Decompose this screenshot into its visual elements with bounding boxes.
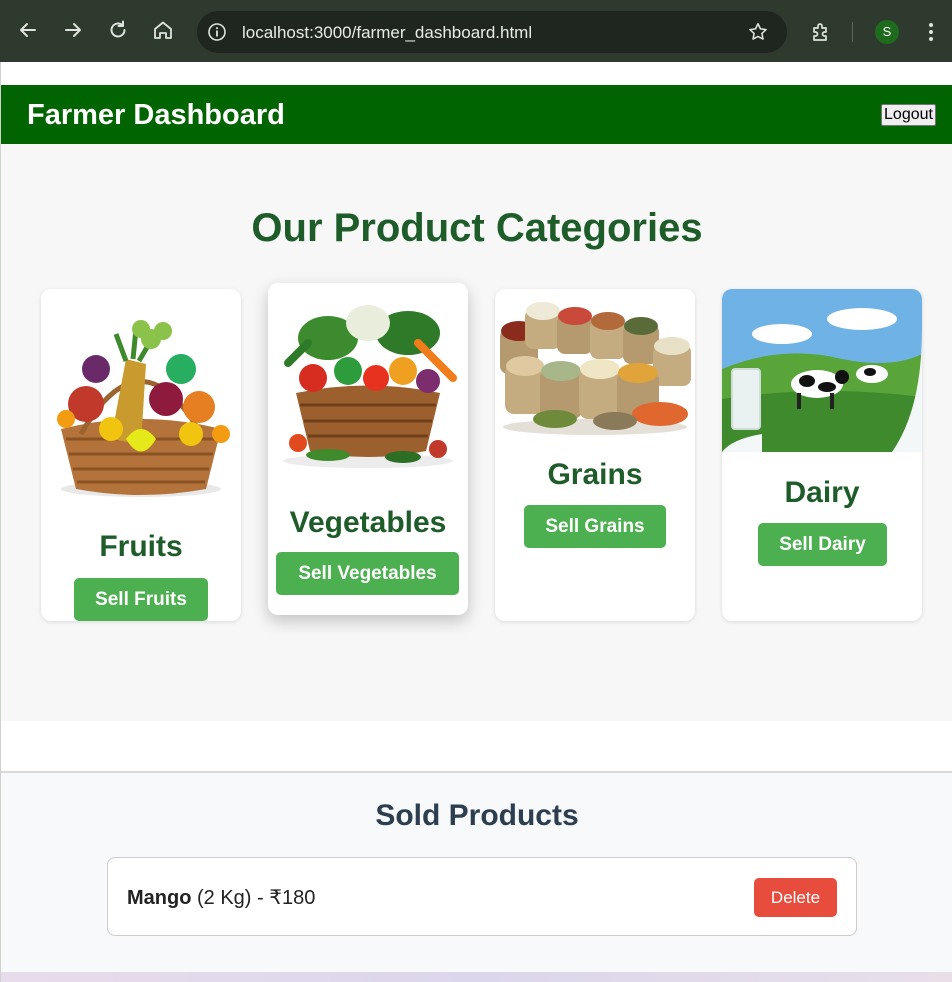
sell-dairy-button[interactable]: Sell Dairy: [758, 523, 887, 566]
sold-product-row: Mango (2 Kg) - ₹180 Delete: [107, 857, 857, 936]
taskbar-edge: [1, 972, 952, 982]
star-icon[interactable]: [747, 21, 769, 43]
vegetable-basket-image: [268, 283, 468, 473]
sold-products-section: Sold Products Mango (2 Kg) - ₹180 Delete: [1, 773, 952, 973]
sold-product-quantity: (2 Kg): [197, 887, 252, 909]
sold-product-details: Mango (2 Kg) - ₹180: [127, 885, 315, 910]
delete-button[interactable]: Delete: [754, 878, 837, 917]
fruit-basket-image: [41, 289, 241, 507]
address-bar[interactable]: localhost:3000/farmer_dashboard.html: [197, 11, 787, 53]
info-icon[interactable]: [207, 22, 227, 42]
category-name: Grains: [547, 458, 643, 491]
category-name: Dairy: [784, 476, 860, 509]
profile-avatar[interactable]: S: [875, 20, 899, 44]
sell-fruits-button[interactable]: Sell Fruits: [74, 578, 208, 621]
sold-product-name: Mango: [127, 887, 192, 909]
dairy-cows-image: [722, 289, 922, 452]
category-card-grains: Grains Sell Grains: [495, 289, 695, 621]
sold-products-heading: Sold Products: [375, 799, 579, 832]
browser-toolbar: localhost:3000/farmer_dashboard.html S: [0, 0, 952, 62]
sell-vegetables-button[interactable]: Sell Vegetables: [276, 552, 459, 595]
dashboard-header: Farmer Dashboard Logout: [1, 85, 952, 144]
categories-heading: Our Product Categories: [251, 206, 703, 250]
logout-button[interactable]: Logout: [881, 104, 936, 126]
categories-section: Our Product Categories Fruits Sell Fruit…: [1, 144, 952, 721]
sell-grains-button[interactable]: Sell Grains: [524, 505, 666, 548]
page-title: Farmer Dashboard: [27, 99, 285, 131]
forward-icon[interactable]: [61, 18, 85, 42]
toolbar-divider: [852, 22, 853, 42]
reload-icon[interactable]: [106, 18, 130, 42]
sold-product-price: ₹180: [269, 887, 316, 909]
page-content: Farmer Dashboard Logout Our Product Cate…: [0, 62, 952, 982]
sold-product-separator: -: [257, 887, 264, 909]
back-icon[interactable]: [16, 18, 40, 42]
category-card-dairy: Dairy Sell Dairy: [722, 289, 922, 621]
category-name: Vegetables: [289, 506, 447, 539]
category-card-fruits: Fruits Sell Fruits: [41, 289, 241, 621]
category-name: Fruits: [99, 530, 183, 563]
menu-icon[interactable]: [921, 20, 941, 44]
extensions-icon[interactable]: [809, 20, 833, 44]
category-card-vegetables: Vegetables Sell Vegetables: [268, 283, 468, 615]
url-text[interactable]: localhost:3000/farmer_dashboard.html: [242, 23, 532, 43]
grain-sacks-image: [495, 289, 695, 439]
home-icon[interactable]: [151, 18, 175, 42]
